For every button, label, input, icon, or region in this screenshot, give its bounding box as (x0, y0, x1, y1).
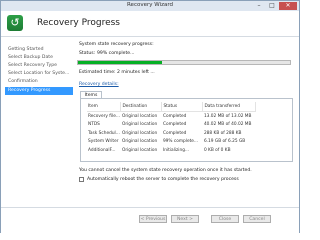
items-panel: Item Destination Status Data transferred… (80, 98, 293, 162)
cell-item: Recovery file... (88, 113, 120, 119)
auto-reboot-row: Automatically reboot the server to compl… (79, 177, 239, 182)
table-row[interactable]: AdditionalF... Original location Initial… (87, 146, 256, 155)
column-data-transferred[interactable]: Data transferred (202, 102, 257, 112)
step-select-recovery-type: Select Recovery Type (8, 63, 57, 68)
cell-destination: Original location (121, 130, 158, 136)
recovery-progress-bar (77, 60, 291, 65)
next-button[interactable]: Next > (171, 215, 199, 223)
close-icon[interactable]: ✕ (279, 2, 297, 10)
cell-item: AdditionalF... (88, 147, 116, 153)
cell-destination: Original location (121, 122, 158, 128)
status-value: 99% complete... (97, 51, 135, 56)
previous-button[interactable]: < Previous (139, 215, 167, 223)
column-item[interactable]: Item (87, 102, 122, 112)
cell-status: Completed (162, 113, 187, 119)
auto-reboot-label[interactable]: Automatically reboot the server to compl… (87, 177, 239, 182)
table-row[interactable]: System Writer Original location 99% comp… (87, 138, 256, 147)
cell-data: 288 KB of 288 KB (203, 130, 242, 136)
step-confirmation: Confirmation (8, 79, 38, 84)
cancel-button[interactable]: Cancel (243, 215, 271, 223)
table-header-row: Item Destination Status Data transferred (87, 102, 257, 112)
cell-destination: Original location (121, 113, 158, 119)
step-getting-started: Getting Started (8, 47, 44, 52)
cell-destination: Original location (121, 147, 158, 153)
table-row[interactable]: Recovery file... Original location Compl… (87, 112, 256, 121)
cell-status: Completed (162, 130, 187, 136)
auto-reboot-checkbox[interactable] (79, 177, 84, 182)
column-status[interactable]: Status (161, 102, 204, 112)
cell-data: 6.19 GB of 6.25 GB (203, 139, 246, 145)
wizard-steps: Getting Started Select Backup Date Selec… (1, 37, 74, 207)
recovery-details-label: Recovery details: (79, 82, 119, 87)
status-label: Status: (79, 51, 96, 56)
cell-status: 99% complete... (162, 139, 199, 145)
cell-item: NTDS (88, 122, 100, 128)
cell-data: 0 KB of 0 KB (203, 147, 231, 153)
page-title: Recovery Progress (37, 18, 120, 28)
wizard-header: ↺ Recovery Progress (1, 11, 299, 37)
cell-data: 40.02 MB of 40.02 MB (203, 122, 252, 128)
column-destination[interactable]: Destination (120, 102, 163, 112)
table-row[interactable]: NTDS Original location Completed 40.02 M… (87, 121, 256, 130)
table-row[interactable]: Task Schedul... Original location Comple… (87, 129, 256, 138)
progress-fill (78, 61, 162, 64)
cell-data: 13.02 MB of 13.02 MB (203, 113, 252, 119)
window-controls: – □ ✕ (253, 2, 297, 10)
estimated-time: Estimated time: 2 minutes left ... (79, 70, 155, 75)
cell-item: System Writer (88, 139, 119, 145)
backup-app-icon: ↺ (7, 15, 23, 31)
cell-status: Completed (162, 122, 187, 128)
close-button[interactable]: Close (211, 215, 239, 223)
cell-item: Task Schedul... (88, 130, 120, 136)
recovery-wizard-window: Recovery Wizard – □ ✕ ↺ Recovery Progres… (0, 0, 300, 234)
minimize-icon[interactable]: – (253, 2, 265, 10)
step-select-backup-date: Select Backup Date (8, 55, 53, 60)
cannot-cancel-note: You cannot cancel the system state recov… (79, 168, 252, 173)
step-select-location: Select Location for Syste... (8, 71, 70, 76)
maximize-icon[interactable]: □ (266, 2, 278, 10)
main-content: System state recovery progress: Status: … (77, 39, 297, 207)
step-recovery-progress: Recovery Progress (5, 87, 73, 95)
cell-status: Initializing... (162, 147, 190, 153)
cell-destination: Original location (121, 139, 158, 145)
wizard-footer: < Previous Next > Close Cancel (1, 207, 299, 234)
items-table: Item Destination Status Data transferred… (87, 102, 257, 155)
progress-intro: System state recovery progress: (79, 42, 154, 47)
